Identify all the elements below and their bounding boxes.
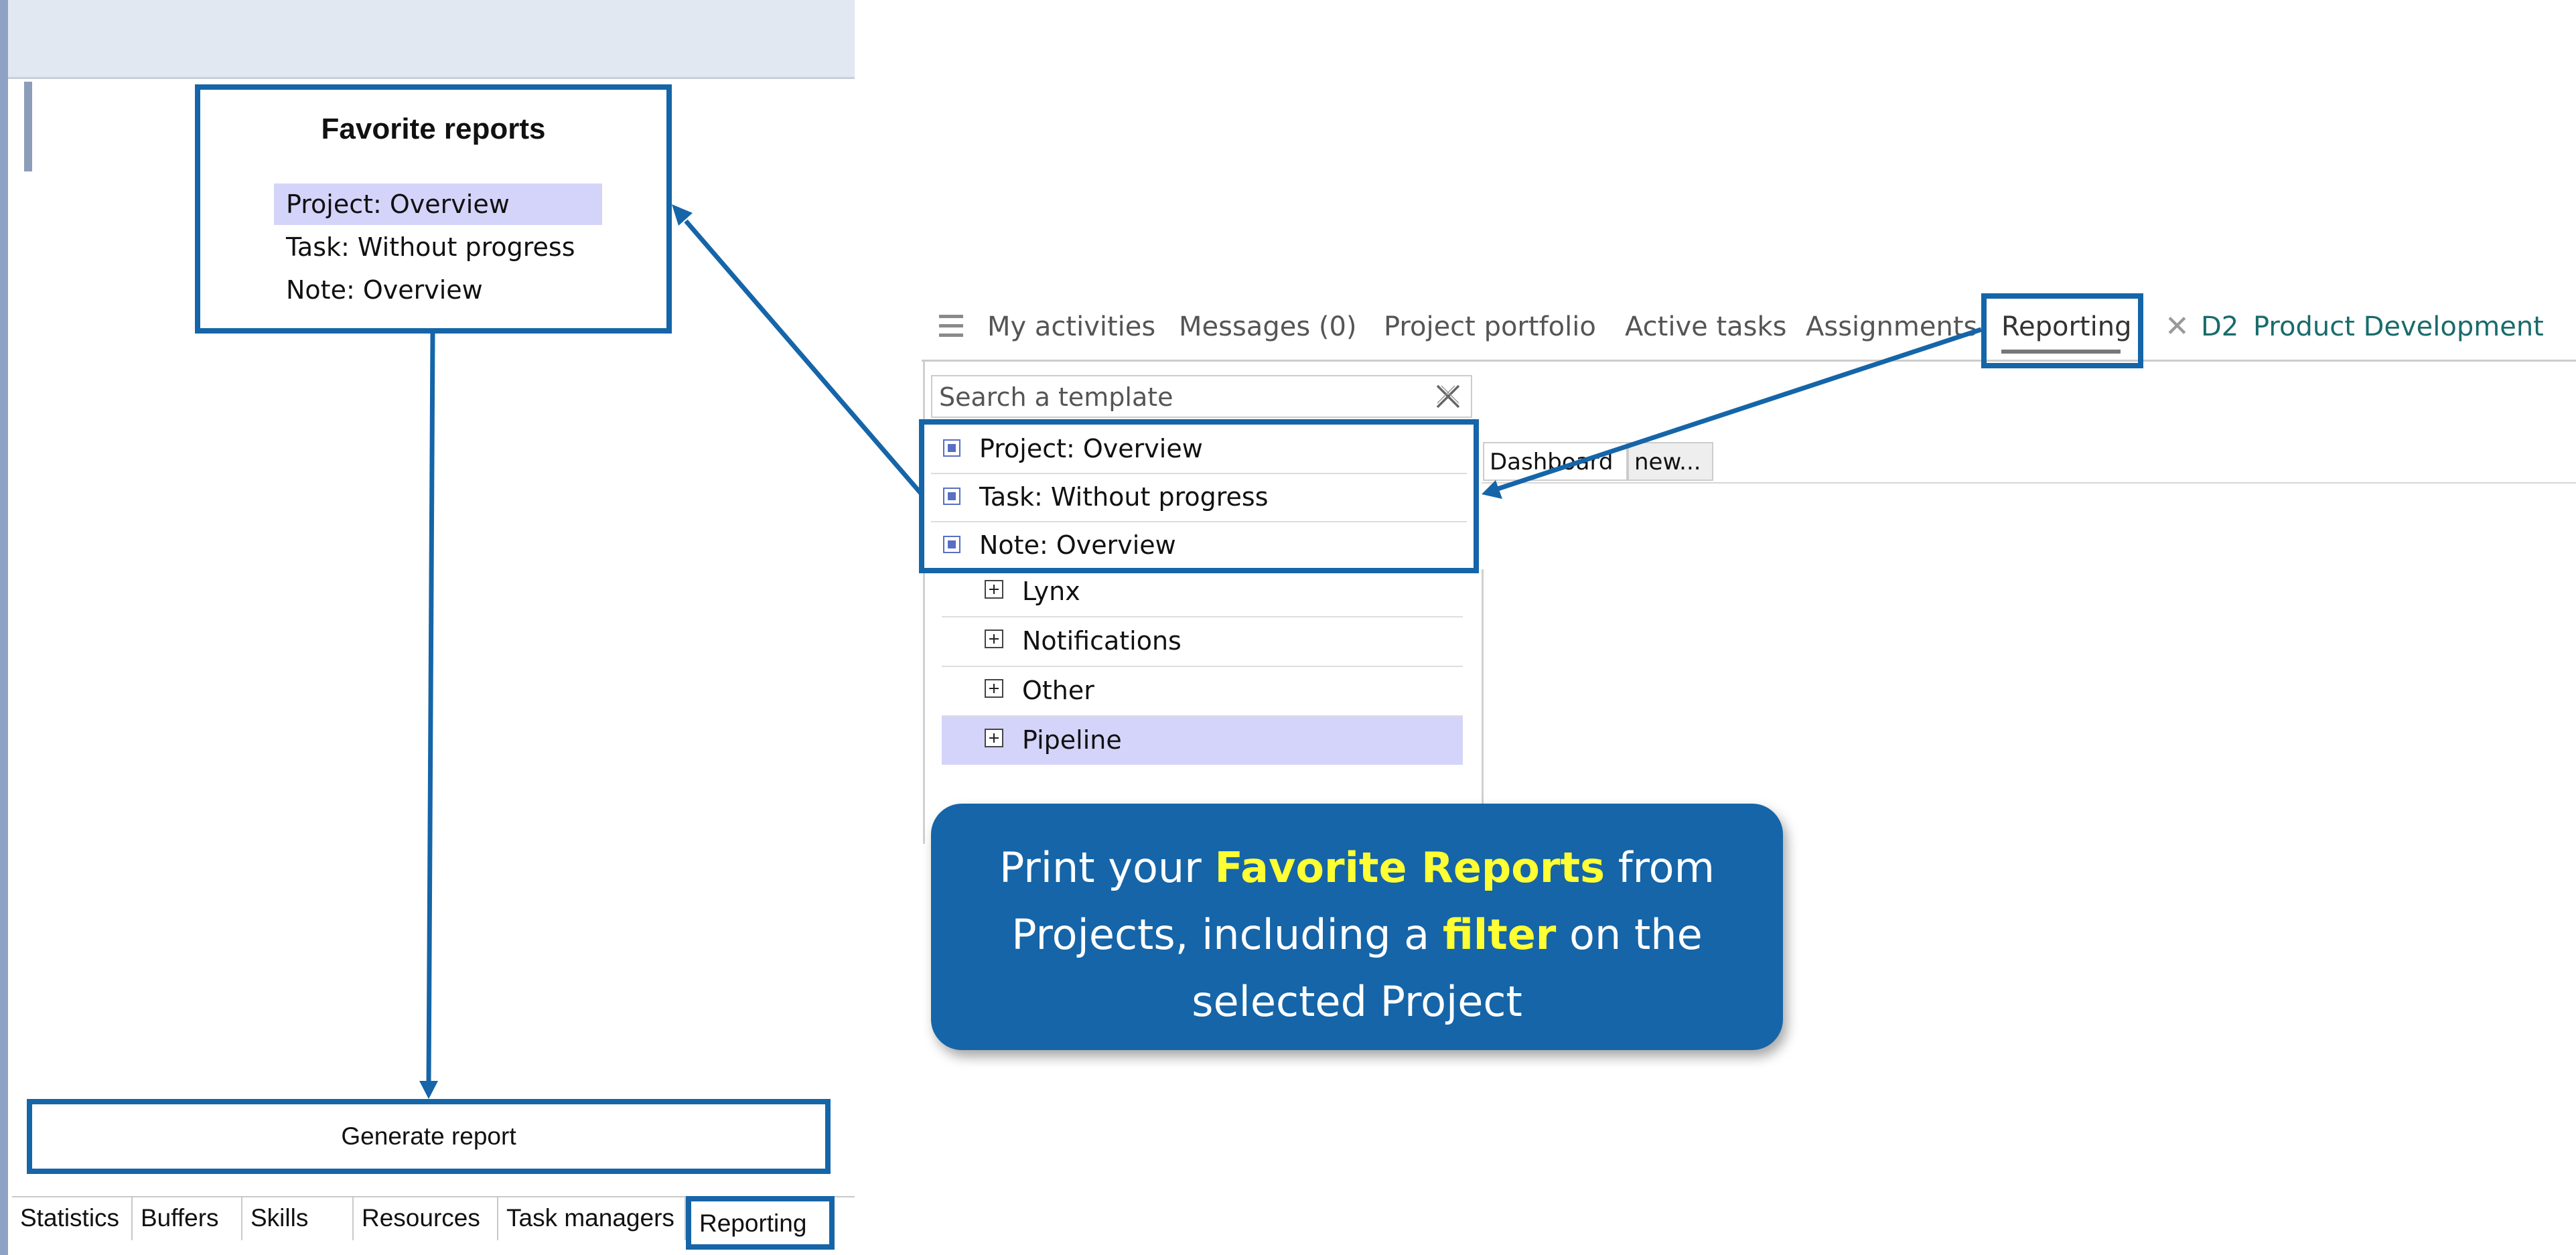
expand-icon[interactable]: [985, 729, 1003, 747]
group-label: Other: [1022, 676, 1094, 705]
template-panel-border-right: [1482, 569, 1484, 844]
tab-buffers[interactable]: Buffers: [133, 1197, 242, 1240]
callout-highlight-filter: filter: [1442, 910, 1557, 959]
arrowhead: [419, 1081, 438, 1099]
bottom-tab-bar: Statistics Buffers Skills Resources Task…: [12, 1196, 855, 1250]
arrow-to-generate-report: [426, 333, 435, 1084]
favorite-templates-highlight: Project: Overview Task: Without progress…: [919, 419, 1479, 573]
favorite-template-icon: [943, 488, 960, 505]
group-label: Lynx: [1022, 577, 1080, 606]
favorite-report-note-overview[interactable]: Note: Overview: [274, 269, 602, 311]
nav-my-activities[interactable]: My activities: [987, 307, 1155, 347]
top-navigation: My activities Messages (0) Project portf…: [922, 295, 2576, 362]
callout-highlight-favorite-reports: Favorite Reports: [1214, 843, 1605, 892]
group-label: Pipeline: [1022, 725, 1122, 755]
tab-task-managers[interactable]: Task managers: [498, 1197, 686, 1240]
tab-reporting[interactable]: Reporting: [686, 1196, 835, 1250]
tab-skills[interactable]: Skills: [242, 1197, 354, 1240]
expand-icon[interactable]: [985, 630, 1003, 648]
template-row[interactable]: Task: Without progress: [931, 473, 1467, 522]
tab-dashboard[interactable]: Dashboard: [1483, 442, 1628, 481]
arrowhead: [672, 204, 693, 226]
template-group-other[interactable]: Other: [942, 667, 1463, 717]
tab-resources[interactable]: Resources: [354, 1197, 498, 1240]
left-panel-header: [8, 0, 855, 79]
favorite-template-icon: [943, 536, 960, 553]
template-row[interactable]: Project: Overview: [931, 425, 1467, 474]
template-group-lynx[interactable]: Lynx: [942, 568, 1463, 617]
project-code[interactable]: D2: [2201, 307, 2238, 347]
left-panel-marker: [24, 82, 32, 171]
expand-icon[interactable]: [985, 679, 1003, 698]
nav-messages[interactable]: Messages (0): [1179, 307, 1357, 347]
report-sub-tabs: Dashboard new...: [1482, 439, 2576, 484]
template-group-pipeline[interactable]: Pipeline: [942, 717, 1463, 765]
close-project-icon[interactable]: ✕: [2165, 307, 2190, 347]
template-search: [931, 375, 1472, 418]
clear-search-icon[interactable]: [1432, 380, 1464, 413]
arrow-to-favorite-reports: [684, 219, 924, 496]
project-name[interactable]: Product Development: [2253, 307, 2544, 347]
favorite-report-task-without-progress[interactable]: Task: Without progress: [274, 226, 602, 268]
favorite-template-icon: [943, 439, 960, 457]
generate-report-button[interactable]: Generate report: [27, 1099, 831, 1174]
template-row[interactable]: Note: Overview: [931, 521, 1467, 569]
left-panel-edge: [0, 0, 8, 1255]
hamburger-menu-icon[interactable]: [939, 315, 963, 338]
group-label: Notifications: [1022, 626, 1182, 656]
tab-statistics[interactable]: Statistics: [12, 1197, 133, 1240]
template-label: Project: Overview: [979, 434, 1203, 463]
callout-text: Print your: [999, 843, 1215, 892]
template-search-input[interactable]: [939, 380, 1394, 414]
favorite-reports-box: Favorite reports Project: Overview Task:…: [195, 84, 672, 334]
nav-project-portfolio[interactable]: Project portfolio: [1384, 307, 1596, 347]
template-group-notifications[interactable]: Notifications: [942, 617, 1463, 667]
favorite-report-project-overview[interactable]: Project: Overview: [274, 183, 602, 225]
expand-icon[interactable]: [985, 580, 1003, 599]
tab-new[interactable]: new...: [1628, 442, 1713, 481]
template-label: Task: Without progress: [979, 482, 1269, 512]
callout-message: Print your Favorite Reports from Project…: [931, 804, 1783, 1050]
nav-assignments[interactable]: Assignments: [1806, 307, 1977, 347]
reporting-tab-highlight: [1981, 293, 2143, 368]
template-label: Note: Overview: [979, 530, 1176, 560]
nav-active-tasks[interactable]: Active tasks: [1625, 307, 1786, 347]
favorite-reports-title: Favorite reports: [321, 113, 546, 145]
